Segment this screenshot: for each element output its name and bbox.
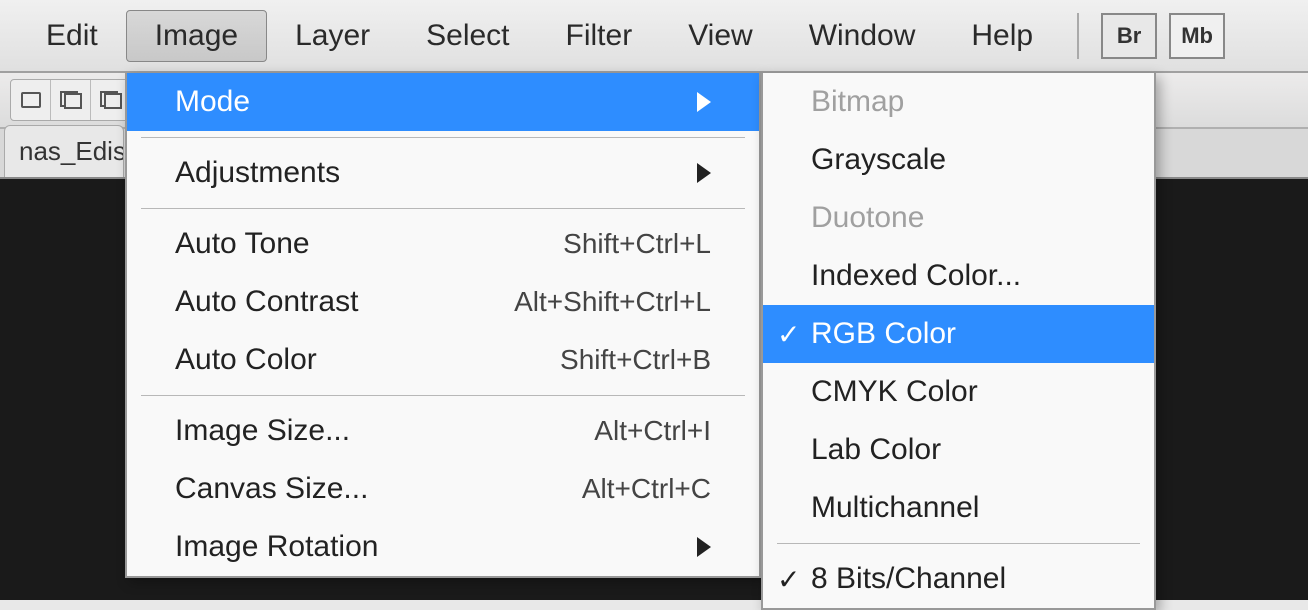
menuitem-label: Auto Color bbox=[175, 343, 317, 377]
menu-help[interactable]: Help bbox=[943, 11, 1061, 61]
menuitem-label: Auto Contrast bbox=[175, 285, 358, 319]
shortcut-text: Alt+Ctrl+I bbox=[594, 415, 711, 447]
menu-separator bbox=[141, 137, 745, 138]
menuitem-label: Image Rotation bbox=[175, 530, 378, 564]
menuitem-indexed-color[interactable]: Indexed Color... bbox=[763, 247, 1154, 305]
menuitem-rgb-color[interactable]: ✓ RGB Color bbox=[763, 305, 1154, 363]
image-dropdown: Mode Adjustments Auto Tone Shift+Ctrl+L … bbox=[125, 73, 761, 578]
submenu-arrow-icon bbox=[697, 537, 711, 557]
shortcut-text: Alt+Shift+Ctrl+L bbox=[514, 286, 711, 318]
menuitem-bitmap: Bitmap bbox=[763, 73, 1154, 131]
menuitem-label: Mode bbox=[175, 85, 250, 119]
menu-select[interactable]: Select bbox=[398, 11, 537, 61]
menuitem-multichannel[interactable]: Multichannel bbox=[763, 479, 1154, 537]
menubar: Edit Image Layer Select Filter View Wind… bbox=[0, 0, 1308, 73]
arrange-single-icon[interactable] bbox=[11, 80, 51, 120]
bridge-button[interactable]: Br bbox=[1101, 13, 1157, 59]
menuitem-label: CMYK Color bbox=[811, 375, 978, 409]
menuitem-8bits[interactable]: ✓ 8 Bits/Channel bbox=[763, 550, 1154, 608]
menu-layer[interactable]: Layer bbox=[267, 11, 398, 61]
menuitem-auto-color[interactable]: Auto Color Shift+Ctrl+B bbox=[127, 331, 759, 389]
menuitem-label: Bitmap bbox=[811, 85, 904, 119]
menuitem-label: 8 Bits/Channel bbox=[811, 562, 1006, 596]
menu-divider bbox=[1077, 13, 1079, 59]
document-tab[interactable]: nas_Edis bbox=[4, 125, 124, 177]
menuitem-label: Image Size... bbox=[175, 414, 350, 448]
menuitem-label: Multichannel bbox=[811, 491, 979, 525]
menuitem-label: Indexed Color... bbox=[811, 259, 1021, 293]
checkmark-icon: ✓ bbox=[777, 318, 800, 351]
menuitem-image-size[interactable]: Image Size... Alt+Ctrl+I bbox=[127, 402, 759, 460]
menuitem-label: Lab Color bbox=[811, 433, 941, 467]
menu-edit[interactable]: Edit bbox=[18, 11, 126, 61]
shortcut-text: Alt+Ctrl+C bbox=[582, 473, 711, 505]
menuitem-canvas-size[interactable]: Canvas Size... Alt+Ctrl+C bbox=[127, 460, 759, 518]
shortcut-text: Shift+Ctrl+B bbox=[560, 344, 711, 376]
arrange-stack-icon[interactable] bbox=[51, 80, 91, 120]
menuitem-cmyk-color[interactable]: CMYK Color bbox=[763, 363, 1154, 421]
menuitem-image-rotation[interactable]: Image Rotation bbox=[127, 518, 759, 576]
menu-separator bbox=[141, 395, 745, 396]
submenu-arrow-icon bbox=[697, 163, 711, 183]
menu-separator bbox=[141, 208, 745, 209]
menuitem-duotone: Duotone bbox=[763, 189, 1154, 247]
menu-window[interactable]: Window bbox=[781, 11, 944, 61]
menuitem-label: Canvas Size... bbox=[175, 472, 368, 506]
arrange-icon-group bbox=[10, 79, 132, 121]
menuitem-auto-contrast[interactable]: Auto Contrast Alt+Shift+Ctrl+L bbox=[127, 273, 759, 331]
menu-filter[interactable]: Filter bbox=[538, 11, 661, 61]
menu-view[interactable]: View bbox=[660, 11, 780, 61]
menuitem-label: RGB Color bbox=[811, 317, 956, 351]
menuitem-label: Adjustments bbox=[175, 156, 340, 190]
menuitem-auto-tone[interactable]: Auto Tone Shift+Ctrl+L bbox=[127, 215, 759, 273]
menu-image[interactable]: Image bbox=[126, 10, 267, 62]
menu-separator bbox=[777, 543, 1140, 544]
mini-bridge-button[interactable]: Mb bbox=[1169, 13, 1225, 59]
checkmark-icon: ✓ bbox=[777, 563, 800, 596]
shortcut-text: Shift+Ctrl+L bbox=[563, 228, 711, 260]
menuitem-label: Duotone bbox=[811, 201, 924, 235]
menuitem-mode[interactable]: Mode bbox=[127, 73, 759, 131]
submenu-arrow-icon bbox=[697, 92, 711, 112]
menuitem-lab-color[interactable]: Lab Color bbox=[763, 421, 1154, 479]
menuitem-grayscale[interactable]: Grayscale bbox=[763, 131, 1154, 189]
mode-submenu: Bitmap Grayscale Duotone Indexed Color..… bbox=[761, 73, 1156, 610]
menuitem-adjustments[interactable]: Adjustments bbox=[127, 144, 759, 202]
menuitem-label: Grayscale bbox=[811, 143, 946, 177]
menuitem-label: Auto Tone bbox=[175, 227, 310, 261]
